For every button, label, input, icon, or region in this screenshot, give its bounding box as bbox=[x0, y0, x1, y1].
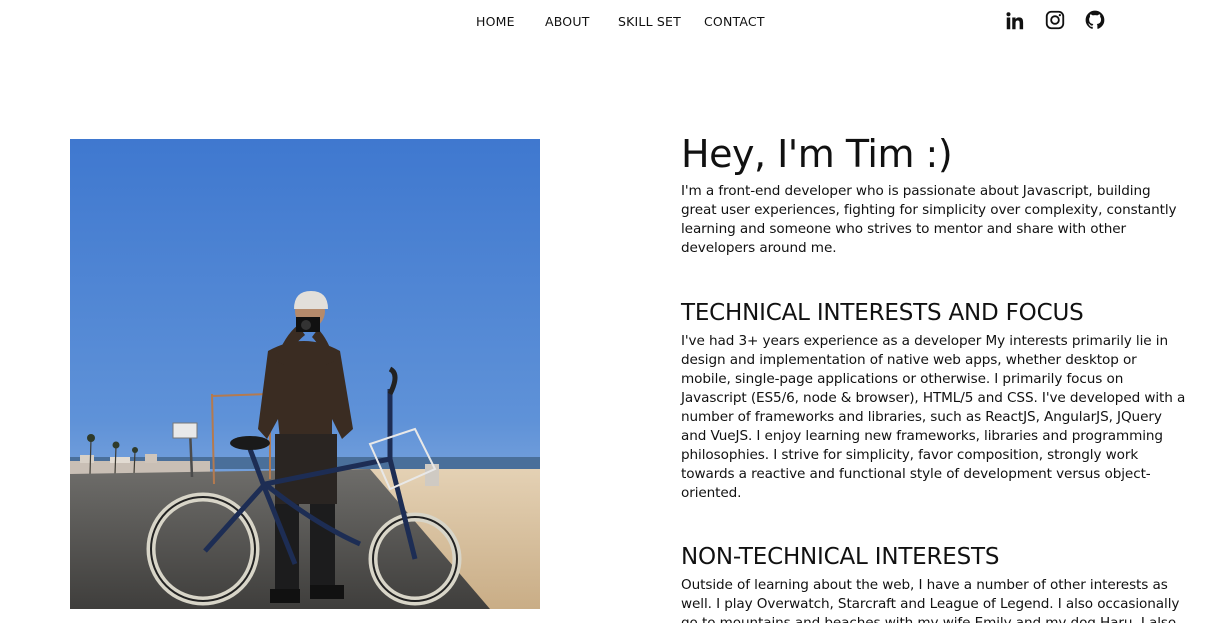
about-content: Hey, I'm Tim :) I'm a front-end develope… bbox=[681, 128, 1186, 623]
technical-paragraph: I've had 3+ years experience as a develo… bbox=[681, 333, 1186, 501]
non-technical-heading: NON-TECHNICAL INTERESTS bbox=[681, 544, 1000, 570]
top-nav: HOME ABOUT SKILL SET CONTACT bbox=[0, 0, 1213, 44]
github-icon[interactable] bbox=[1084, 9, 1106, 31]
technical-heading: TECHNICAL INTERESTS AND FOCUS bbox=[681, 300, 1084, 326]
nav-contact-link[interactable]: CONTACT bbox=[704, 14, 765, 29]
non-technical-paragraph: Outside of learning about the web, I hav… bbox=[681, 577, 1180, 623]
page-title: Hey, I'm Tim :) bbox=[681, 132, 953, 176]
nav-about-link[interactable]: ABOUT bbox=[545, 14, 590, 29]
instagram-icon[interactable] bbox=[1044, 9, 1066, 31]
profile-photo bbox=[70, 139, 540, 609]
page: HOME ABOUT SKILL SET CONTACT Hey, I'm Ti… bbox=[0, 0, 1213, 623]
nav-skill-set-link[interactable]: SKILL SET bbox=[618, 14, 681, 29]
linkedin-icon[interactable] bbox=[1004, 10, 1026, 32]
nav-home-link[interactable]: HOME bbox=[476, 14, 515, 29]
social-links bbox=[1003, 9, 1113, 33]
intro-paragraph: I'm a front-end developer who is passion… bbox=[681, 183, 1177, 256]
